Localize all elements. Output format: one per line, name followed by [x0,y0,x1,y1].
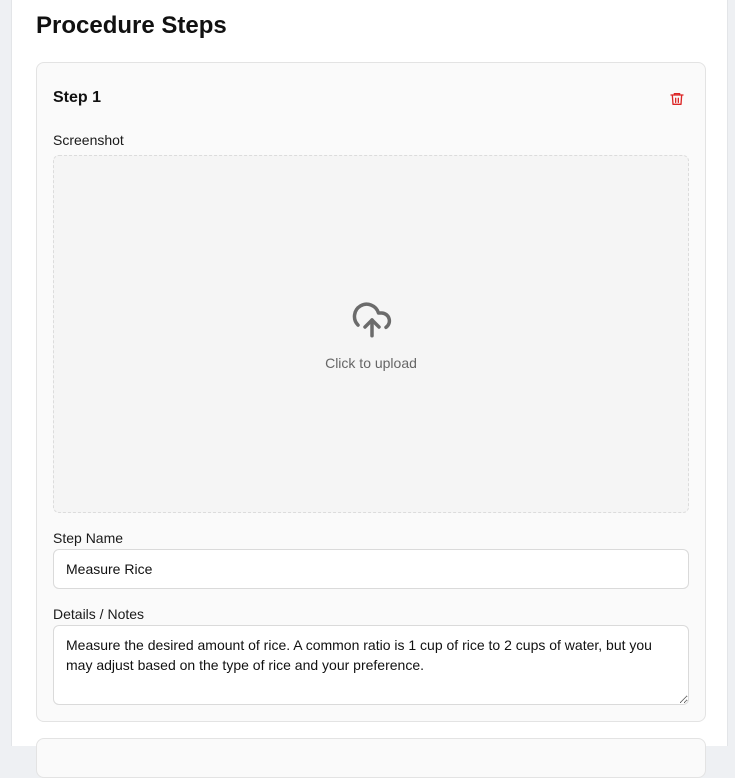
trash-icon [670,93,684,105]
upload-hint-text: Click to upload [325,355,417,371]
step-card: Step 1 Screenshot Click to upload Step N… [36,62,706,722]
step-name-input[interactable] [53,549,689,589]
screenshot-upload-dropzone[interactable]: Click to upload [53,155,689,513]
step-name-label: Step Name [53,530,124,546]
screenshot-label: Screenshot [53,132,124,148]
delete-step-button[interactable] [667,89,687,109]
details-notes-label: Details / Notes [53,606,145,622]
procedure-steps-panel: Procedure Steps Step 1 Screenshot Click … [11,0,728,778]
section-title: Procedure Steps [36,12,227,39]
step-title: Step 1 [53,89,102,106]
cloud-upload-icon [352,302,392,338]
details-notes-textarea[interactable]: Measure the desired amount of rice. A co… [53,625,689,705]
next-step-card [36,738,706,778]
